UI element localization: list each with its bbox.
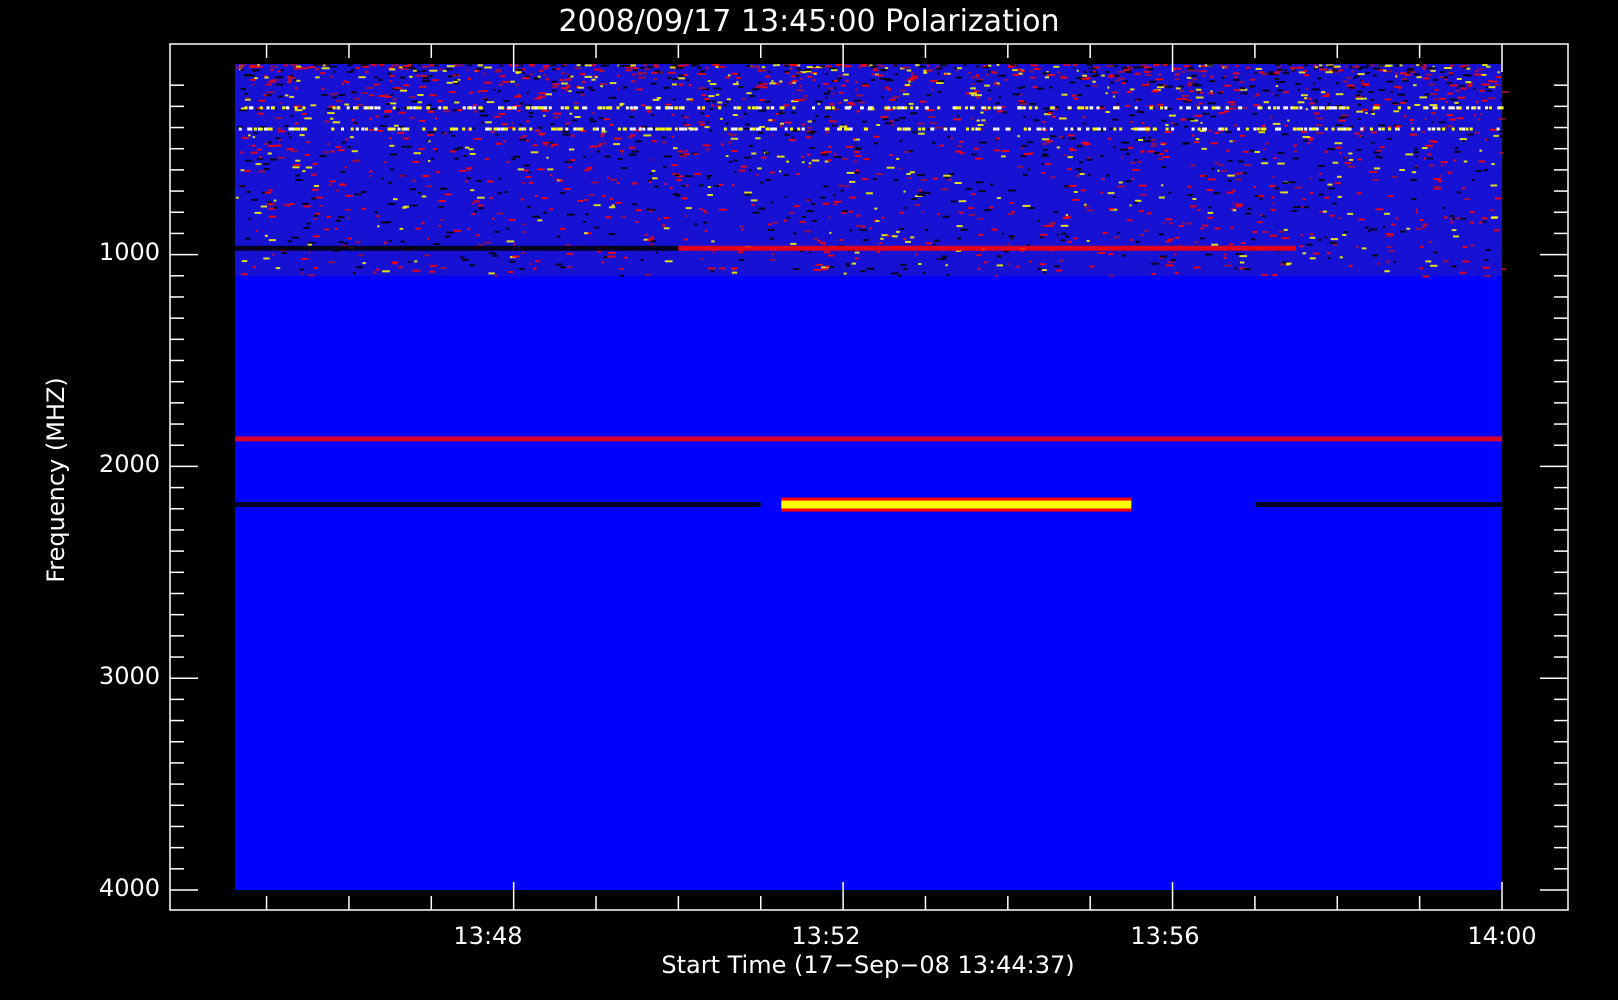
heatmap-feature-4 xyxy=(235,502,761,508)
y-tick-label-4000: 4000 xyxy=(99,874,160,902)
plot-area xyxy=(235,64,1510,890)
heatmap-feature-1 xyxy=(235,245,679,251)
heatmap-feature-5 xyxy=(781,497,1132,512)
chart: 2008/09/17 13:45:00 Polarization 1000 20… xyxy=(42,4,1569,979)
chart-title: 2008/09/17 13:45:00 Polarization xyxy=(558,4,1059,39)
heatmap-feature-2 xyxy=(678,245,1297,251)
x-tick-label-1352: 13:52 xyxy=(791,922,860,950)
heatmap-feature-3 xyxy=(235,436,1502,442)
x-tick-label-1356: 13:56 xyxy=(1130,922,1199,950)
x-axis-label: Start Time (17−Sep−08 13:44:37) xyxy=(661,951,1074,979)
x-tick-label-1348: 13:48 xyxy=(453,922,522,950)
x-tick-label-1400: 14:00 xyxy=(1467,922,1536,950)
y-axis-label: Frequency (MHZ) xyxy=(42,377,70,583)
y-tick-label-3000: 3000 xyxy=(99,662,160,690)
y-tick-label-1000: 1000 xyxy=(99,238,160,266)
heatmap-feature-0 xyxy=(235,64,1510,278)
heatmap-feature-6 xyxy=(1254,502,1502,508)
y-tick-label-2000: 2000 xyxy=(99,450,160,478)
